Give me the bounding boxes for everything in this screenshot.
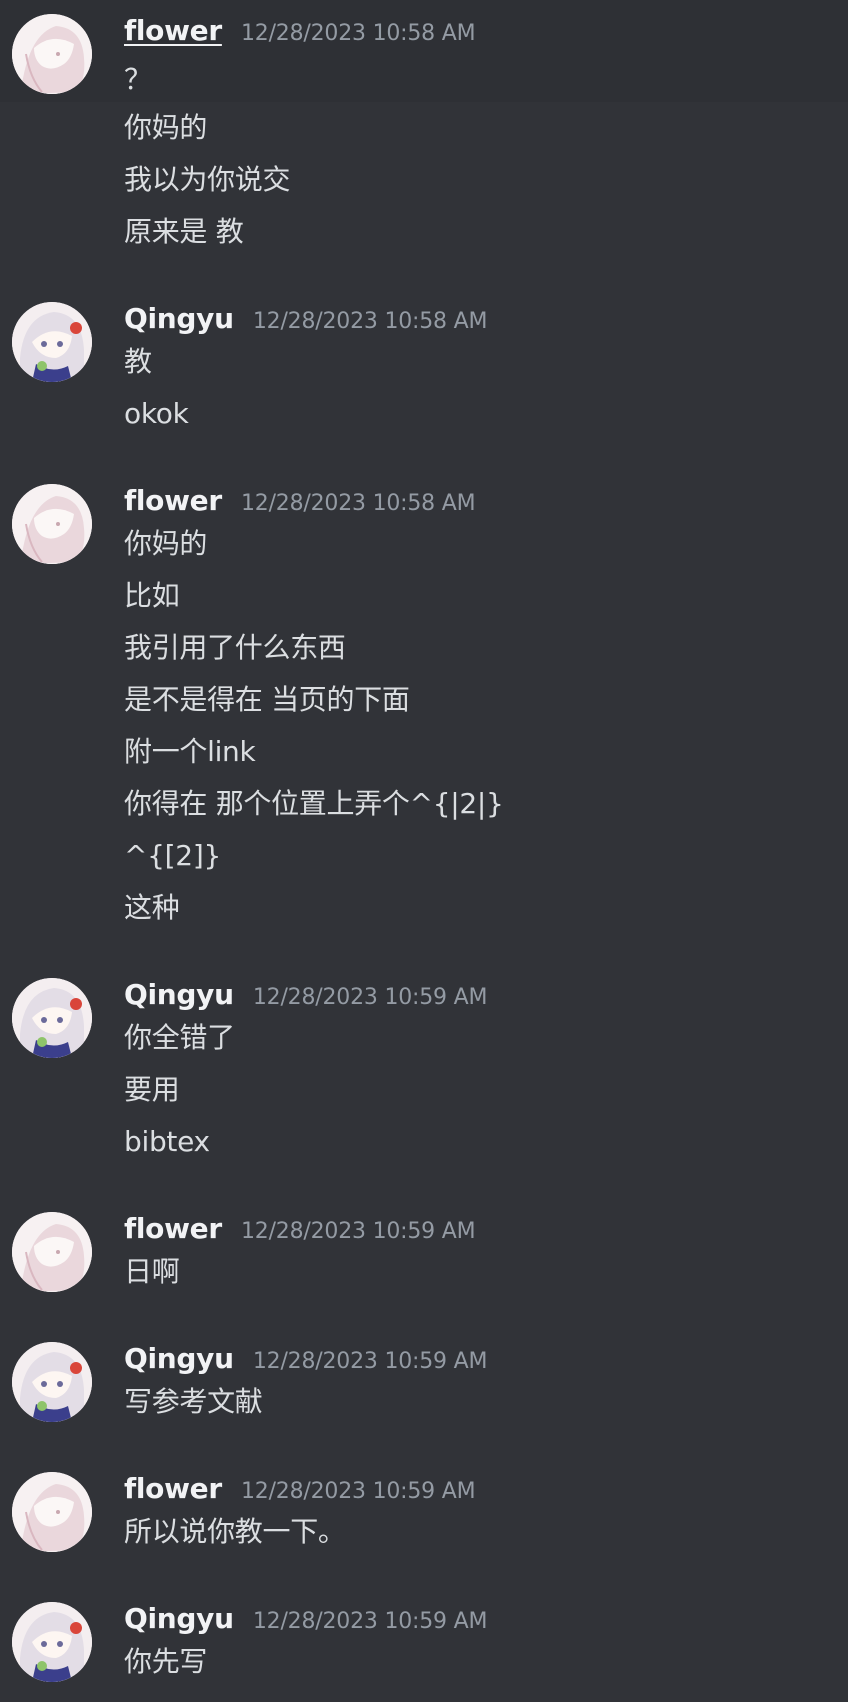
- message-line: 教: [124, 345, 152, 378]
- username[interactable]: Qingyu: [124, 1602, 234, 1635]
- message-line: 要用: [124, 1073, 180, 1106]
- username[interactable]: Qingyu: [124, 1342, 234, 1375]
- avatar-flower[interactable]: [12, 1212, 92, 1292]
- avatar-qingyu[interactable]: [12, 978, 92, 1058]
- message-group: Qingyu 12/28/2023 10:59 AM 你先写: [0, 1590, 848, 1694]
- timestamp[interactable]: 12/28/2023 10:58 AM: [241, 491, 476, 516]
- message-line: 是不是得在 当页的下面: [124, 683, 410, 716]
- message-header: Qingyu 12/28/2023 10:58 AM: [124, 302, 487, 335]
- message-header: flower 12/28/2023 10:59 AM: [124, 1212, 476, 1245]
- username[interactable]: flower: [124, 1212, 222, 1245]
- username[interactable]: Qingyu: [124, 302, 234, 335]
- message-group: Qingyu 12/28/2023 10:58 AM 教 okok: [0, 290, 848, 450]
- timestamp[interactable]: 12/28/2023 10:58 AM: [253, 309, 488, 334]
- message-group: flower 12/28/2023 10:59 AM 日啊: [0, 1200, 848, 1304]
- avatar-qingyu[interactable]: [12, 1342, 92, 1422]
- message-line: 你先写: [124, 1645, 208, 1678]
- message-line: 你得在 那个位置上弄个^{|2|}: [124, 787, 504, 820]
- message-line: 原来是 教: [124, 215, 244, 248]
- timestamp[interactable]: 12/28/2023 10:59 AM: [253, 1349, 488, 1374]
- message-line: ？: [124, 63, 152, 96]
- message-line: 我引用了什么东西: [124, 631, 346, 664]
- message-header: Qingyu 12/28/2023 10:59 AM: [124, 1342, 487, 1375]
- avatar-flower[interactable]: [12, 484, 92, 564]
- message-group: Qingyu 12/28/2023 10:59 AM 你全错了 要用 bibte…: [0, 966, 848, 1166]
- avatar-flower[interactable]: [12, 14, 92, 94]
- message-group: Qingyu 12/28/2023 10:59 AM 写参考文献: [0, 1330, 848, 1434]
- message-line: 写参考文献: [124, 1385, 263, 1418]
- avatar-qingyu[interactable]: [12, 302, 92, 382]
- message-line: 你全错了: [124, 1021, 235, 1054]
- message-line: 你妈的: [124, 527, 208, 560]
- message-line: 比如: [124, 579, 180, 612]
- message-header: Qingyu 12/28/2023 10:59 AM: [124, 978, 487, 1011]
- timestamp[interactable]: 12/28/2023 10:59 AM: [241, 1219, 476, 1244]
- timestamp[interactable]: 12/28/2023 10:58 AM: [241, 21, 476, 46]
- avatar-qingyu[interactable]: [12, 1602, 92, 1682]
- username[interactable]: flower: [124, 14, 222, 47]
- message-line: bibtex: [124, 1125, 210, 1158]
- message-line: 日啊: [124, 1255, 180, 1288]
- message-group: flower 12/28/2023 10:59 AM 所以说你教一下。: [0, 1460, 848, 1564]
- message-line: okok: [124, 397, 189, 430]
- message-group: flower 12/28/2023 10:58 AM ？: [0, 0, 848, 102]
- timestamp[interactable]: 12/28/2023 10:59 AM: [253, 985, 488, 1010]
- username[interactable]: Qingyu: [124, 978, 234, 1011]
- message-group: flower 12/28/2023 10:58 AM 你妈的 比如 我引用了什么…: [0, 472, 848, 932]
- timestamp[interactable]: 12/28/2023 10:59 AM: [253, 1609, 488, 1634]
- message-line: 我以为你说交: [124, 163, 291, 196]
- avatar-flower[interactable]: [12, 1472, 92, 1552]
- message-line: ^{[2]}: [124, 839, 221, 872]
- timestamp[interactable]: 12/28/2023 10:59 AM: [241, 1479, 476, 1504]
- chat-message-list: flower 12/28/2023 10:58 AM ？ 你妈的 我以为你说交 …: [0, 0, 848, 1702]
- message-header: flower 12/28/2023 10:59 AM: [124, 1472, 476, 1505]
- message-line: 这种: [124, 891, 180, 924]
- message-header: flower 12/28/2023 10:58 AM: [124, 14, 476, 47]
- message-line: 所以说你教一下。: [124, 1515, 346, 1548]
- message-header: flower 12/28/2023 10:58 AM: [124, 484, 476, 517]
- username[interactable]: flower: [124, 484, 222, 517]
- message-line: 附一个link: [124, 735, 256, 768]
- username[interactable]: flower: [124, 1472, 222, 1505]
- message-header: Qingyu 12/28/2023 10:59 AM: [124, 1602, 487, 1635]
- message-line: 你妈的: [124, 111, 208, 144]
